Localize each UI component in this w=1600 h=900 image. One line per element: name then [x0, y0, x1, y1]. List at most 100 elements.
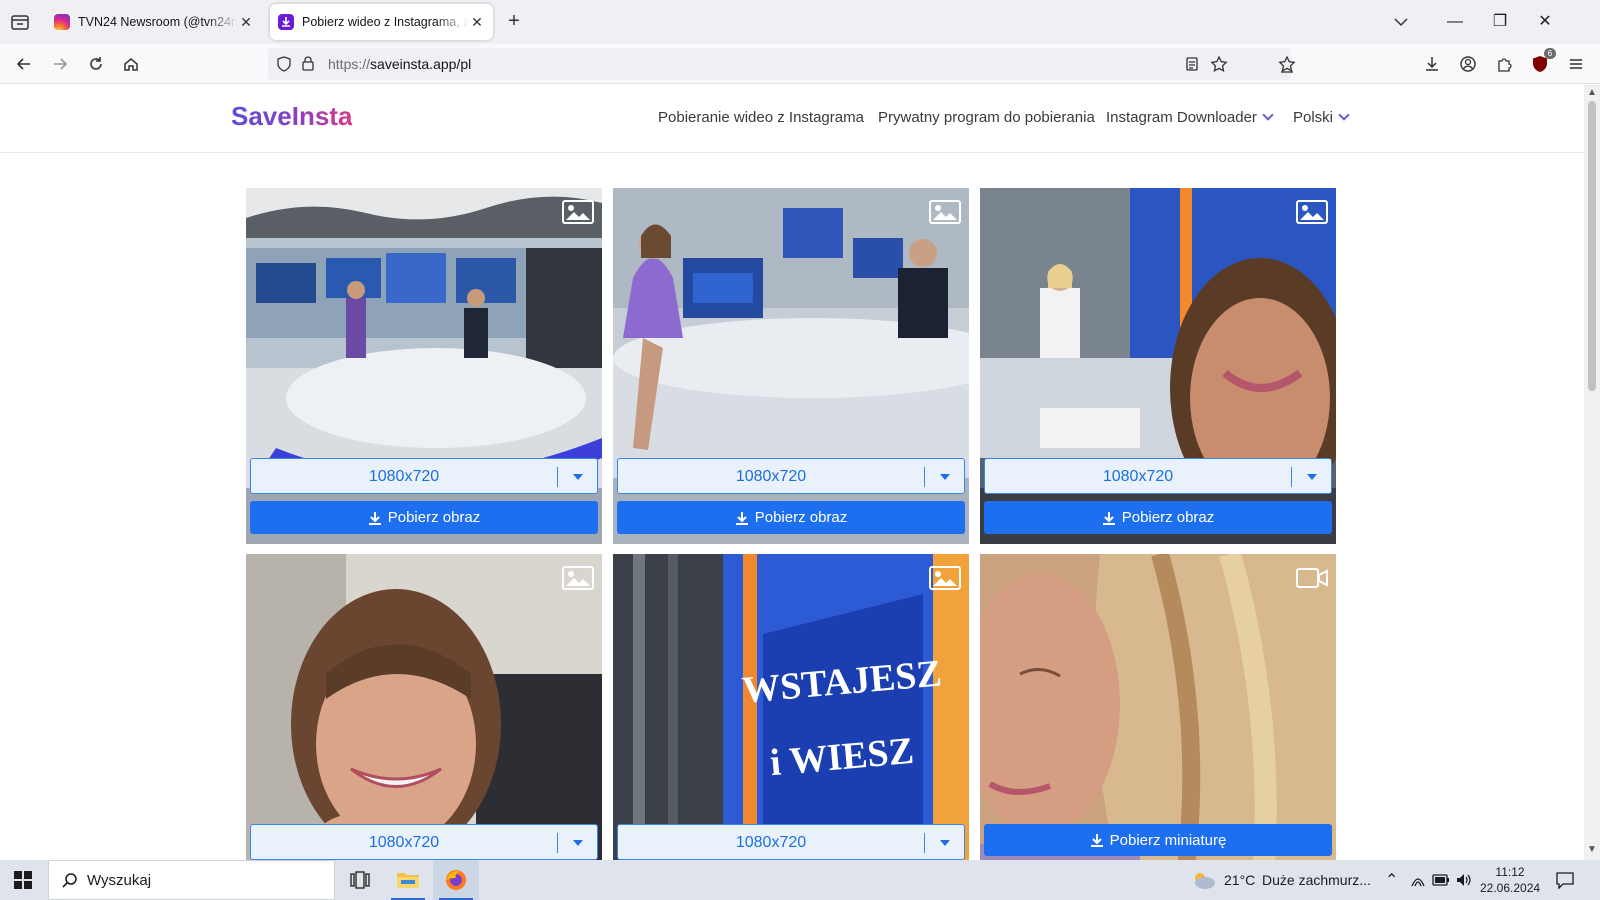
download-icon [1090, 834, 1103, 847]
lock-icon[interactable] [300, 55, 316, 71]
scroll-up-icon[interactable]: ▲ [1587, 88, 1597, 98]
nav-label: Instagram Downloader [1106, 109, 1257, 126]
select-divider [924, 833, 925, 853]
resolution-select[interactable]: 1080x720 [250, 458, 598, 494]
shield-icon[interactable] [276, 56, 292, 72]
weather-cloud-icon[interactable] [1190, 870, 1216, 890]
saveinsta-icon [278, 14, 294, 30]
restore-button[interactable]: ❐ [1485, 8, 1515, 36]
resolution-value: 1080x720 [735, 834, 807, 851]
minimize-button[interactable]: — [1440, 8, 1470, 36]
media-thumbnail[interactable] [980, 554, 1336, 860]
button-label: Pobierz obraz [387, 509, 481, 526]
weather-temp[interactable]: 21°C [1224, 872, 1255, 888]
caret-down-icon [940, 840, 950, 846]
pocket-icon[interactable] [1275, 52, 1299, 76]
task-view-icon[interactable] [337, 860, 383, 900]
image-type-icon [1296, 200, 1328, 224]
firefox-icon[interactable] [433, 860, 479, 900]
page-scrollbar[interactable]: ▲ ▼ [1584, 85, 1600, 860]
network-icon[interactable] [1410, 872, 1426, 888]
nav-instagram-downloader[interactable]: Instagram Downloader [1106, 109, 1274, 126]
bookmark-star-icon[interactable] [1210, 55, 1228, 73]
resolution-value: 1080x720 [735, 468, 807, 485]
reload-icon[interactable] [84, 52, 108, 76]
tab-close-icon[interactable]: ✕ [469, 14, 485, 31]
image-type-icon [562, 200, 594, 224]
download-image-button[interactable]: Pobierz obraz [250, 501, 598, 534]
nav-label: Polski [1293, 109, 1334, 126]
search-placeholder: Wyszukaj [87, 871, 152, 889]
url-bar[interactable]: https://saveinsta.app/pl [268, 48, 1291, 80]
navigation-toolbar: https://saveinsta.app/pl 6 [0, 44, 1600, 84]
new-tab-button[interactable]: + [502, 10, 526, 34]
system-clock[interactable]: 11:12 22.06.2024 [1480, 864, 1540, 896]
caret-down-icon [940, 474, 950, 480]
instagram-icon [54, 14, 70, 30]
web-page: SaveInsta Pobieranie wideo z Instagrama … [0, 85, 1584, 860]
url-text[interactable]: https://saveinsta.app/pl [328, 56, 471, 72]
select-divider [1291, 467, 1292, 487]
tab-saveinsta[interactable]: Pobierz wideo z Instagrama, zdjęcia ✕ [270, 4, 493, 40]
chevron-down-icon[interactable] [1391, 12, 1411, 32]
tray-chevron-up-icon[interactable]: ⌃ [1385, 870, 1398, 890]
media-thumbnail[interactable]: WSTAJESZ i WIESZ [613, 554, 969, 860]
resolution-select[interactable]: 1080x720 [617, 824, 965, 860]
image-type-icon [562, 566, 594, 590]
select-divider [557, 833, 558, 853]
resolution-select[interactable]: 1080x720 [984, 458, 1332, 494]
tab-tvn24[interactable]: TVN24 Newsroom (@tvn24newsroom) ✕ [46, 4, 262, 40]
resolution-select[interactable]: 1080x720 [617, 458, 965, 494]
media-card: WSTAJESZ i WIESZ 1080x720 [613, 554, 969, 860]
home-icon[interactable] [119, 52, 143, 76]
button-label: Pobierz obraz [754, 509, 848, 526]
media-thumbnail[interactable] [246, 554, 602, 860]
download-icon [368, 511, 381, 525]
select-divider [557, 467, 558, 487]
tab-strip: TVN24 Newsroom (@tvn24newsroom) ✕ Pobier… [0, 0, 1600, 44]
download-icon [735, 511, 748, 525]
tab-title: Pobierz wideo z Instagrama, zdjęcia [302, 15, 469, 29]
scroll-down-icon[interactable]: ▼ [1587, 845, 1597, 855]
account-icon[interactable] [1456, 52, 1480, 76]
media-card: 1080x720 [246, 554, 602, 860]
forward-icon[interactable] [48, 52, 72, 76]
resolution-value: 1080x720 [368, 468, 440, 485]
nav-language[interactable]: Polski [1293, 109, 1350, 126]
extensions-icon[interactable] [1492, 52, 1516, 76]
scrollbar-thumb[interactable] [1588, 101, 1596, 391]
notifications-icon[interactable] [1555, 870, 1575, 890]
download-icon [1102, 511, 1115, 525]
downloads-icon[interactable] [1420, 52, 1444, 76]
volume-icon[interactable] [1455, 872, 1473, 888]
clock-date: 22.06.2024 [1480, 881, 1541, 895]
download-image-button[interactable]: Pobierz obraz [984, 501, 1332, 534]
reader-view-icon[interactable] [1184, 56, 1200, 72]
menu-icon[interactable] [1564, 52, 1588, 76]
back-icon[interactable] [12, 52, 36, 76]
tab-list-icon[interactable] [8, 10, 32, 34]
download-image-button[interactable]: Pobierz obraz [617, 501, 965, 534]
image-type-icon [929, 566, 961, 590]
windows-start-icon[interactable] [0, 860, 46, 900]
close-window-button[interactable]: ✕ [1530, 8, 1560, 36]
video-type-icon [1296, 568, 1328, 588]
nav-video-download[interactable]: Pobieranie wideo z Instagrama [658, 109, 864, 126]
file-explorer-icon[interactable] [385, 860, 431, 900]
resolution-value: 1080x720 [1102, 468, 1174, 485]
download-thumbnail-button[interactable]: Pobierz miniaturę [984, 824, 1332, 856]
caret-down-icon [573, 474, 583, 480]
caret-down-icon [1307, 474, 1317, 480]
taskbar-search-input[interactable]: Wyszukaj [48, 860, 335, 900]
weather-description[interactable]: Duże zachmurz... [1262, 872, 1371, 888]
nav-private-downloader[interactable]: Prywatny program do pobierania [878, 109, 1095, 126]
chevron-down-icon [1262, 109, 1274, 121]
media-card: 1080x720 Pobierz obraz [246, 188, 602, 544]
tab-close-icon[interactable]: ✕ [238, 14, 254, 31]
resolution-select[interactable]: 1080x720 [250, 824, 598, 860]
button-label: Pobierz obraz [1121, 509, 1215, 526]
chevron-down-icon [1338, 109, 1350, 121]
site-logo[interactable]: SaveInsta [231, 101, 352, 132]
battery-icon[interactable] [1432, 873, 1450, 887]
ublock-origin-icon[interactable]: 6 [1528, 48, 1556, 76]
